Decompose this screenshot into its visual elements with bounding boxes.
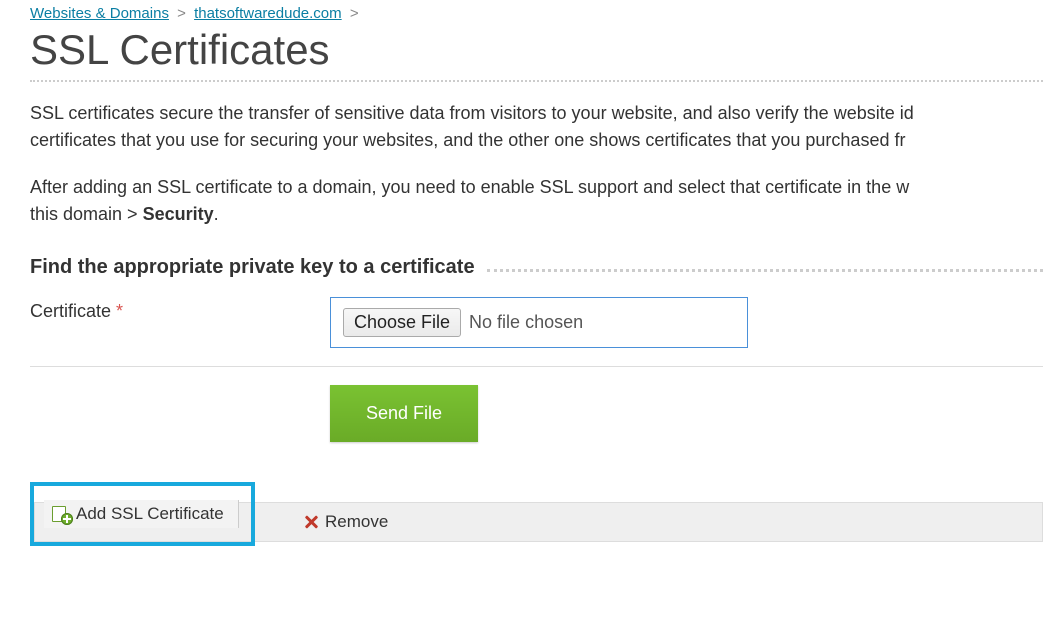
breadcrumb-separator: >: [177, 5, 186, 22]
section-title: Find the appropriate private key to a ce…: [30, 256, 475, 279]
add-ssl-label: Add SSL Certificate: [76, 504, 224, 524]
send-file-button[interactable]: Send File: [330, 385, 478, 442]
divider: [30, 366, 1043, 367]
intro-line: .: [214, 204, 219, 224]
highlight-add-ssl: Add SSL Certificate: [30, 482, 255, 546]
intro-line: SSL certificates secure the transfer of …: [30, 103, 914, 123]
remove-icon: [303, 514, 319, 530]
breadcrumb-separator: >: [350, 5, 359, 22]
certificate-file-input[interactable]: Choose File No file chosen: [330, 297, 748, 348]
section-divider: [487, 269, 1043, 272]
intro-strong-security: Security: [143, 204, 214, 224]
add-ssl-certificate-button[interactable]: Add SSL Certificate: [44, 500, 239, 528]
breadcrumb: Websites & Domains > thatsoftwaredude.co…: [30, 0, 1043, 22]
breadcrumb-link-domain[interactable]: thatsoftwaredude.com: [194, 5, 342, 22]
certificate-label: Certificate *: [30, 297, 330, 322]
required-mark: *: [116, 301, 123, 321]
certificate-label-text: Certificate: [30, 301, 111, 321]
intro-line: certificates that you use for securing y…: [30, 130, 905, 150]
divider: [30, 80, 1043, 82]
intro-text: SSL certificates secure the transfer of …: [30, 100, 1043, 228]
intro-line: this domain >: [30, 204, 143, 224]
section-header: Find the appropriate private key to a ce…: [30, 256, 1043, 279]
add-certificate-icon: [52, 506, 70, 522]
file-status-text: No file chosen: [469, 312, 583, 333]
remove-label: Remove: [325, 512, 388, 532]
choose-file-button[interactable]: Choose File: [343, 308, 461, 337]
form-row-certificate: Certificate * Choose File No file chosen: [30, 297, 1043, 348]
intro-line: After adding an SSL certificate to a dom…: [30, 177, 909, 197]
remove-button[interactable]: Remove: [295, 508, 396, 536]
page-title: SSL Certificates: [30, 26, 1043, 74]
breadcrumb-link-websites-domains[interactable]: Websites & Domains: [30, 5, 169, 22]
